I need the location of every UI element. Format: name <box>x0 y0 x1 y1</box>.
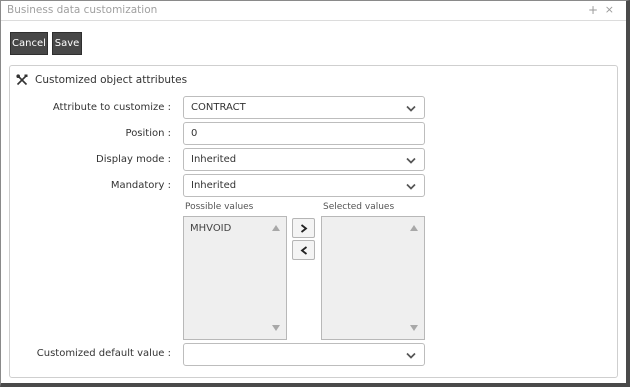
default-value-label: Customized default value : <box>36 348 171 359</box>
attribute-label: Attribute to customize : <box>52 102 171 113</box>
mandatory-label: Mandatory : <box>110 180 171 191</box>
mandatory-select[interactable]: Inherited <box>183 174 425 197</box>
mandatory-value: Inherited <box>191 180 237 191</box>
scroll-down-icon[interactable] <box>272 325 280 331</box>
selected-values-list[interactable] <box>321 216 425 340</box>
move-right-button[interactable] <box>292 218 315 238</box>
display-mode-select[interactable]: Inherited <box>183 148 425 171</box>
scroll-down-icon[interactable] <box>410 325 418 331</box>
attribute-select[interactable]: CONTRACT <box>183 96 425 119</box>
chevron-down-icon <box>406 157 416 164</box>
chevron-left-icon <box>300 246 308 255</box>
possible-values-label: Possible values <box>185 202 254 212</box>
attribute-value: CONTRACT <box>191 102 246 113</box>
position-label: Position : <box>125 128 171 139</box>
cancel-button[interactable]: Cancel <box>10 32 48 55</box>
dialog-window: Business data customization + × Cancel S… <box>0 0 630 387</box>
chevron-down-icon <box>406 183 416 190</box>
position-input[interactable]: 0 <box>183 122 425 145</box>
scroll-up-icon[interactable] <box>410 225 418 231</box>
move-left-button[interactable] <box>292 240 315 260</box>
window-title: Business data customization <box>7 4 158 16</box>
chevron-right-icon <box>300 224 308 233</box>
tools-icon <box>16 74 28 86</box>
customized-attributes-panel: Customized object attributes Attribute t… <box>9 65 618 378</box>
display-mode-label: Display mode : <box>96 154 171 165</box>
list-item[interactable]: MHVOID <box>190 223 231 234</box>
scroll-up-icon[interactable] <box>272 225 280 231</box>
maximize-icon[interactable]: + <box>588 3 598 17</box>
title-bar: Business data customization + × <box>1 1 626 21</box>
position-value: 0 <box>191 128 198 139</box>
default-value-select[interactable] <box>183 343 425 366</box>
chevron-down-icon <box>406 352 416 359</box>
chevron-down-icon <box>406 105 416 112</box>
selected-values-label: Selected values <box>323 202 395 212</box>
save-button[interactable]: Save <box>52 32 82 55</box>
close-icon[interactable]: × <box>605 3 614 17</box>
possible-values-list[interactable]: MHVOID <box>183 216 287 340</box>
panel-title: Customized object attributes <box>35 74 188 86</box>
display-mode-value: Inherited <box>191 154 237 165</box>
